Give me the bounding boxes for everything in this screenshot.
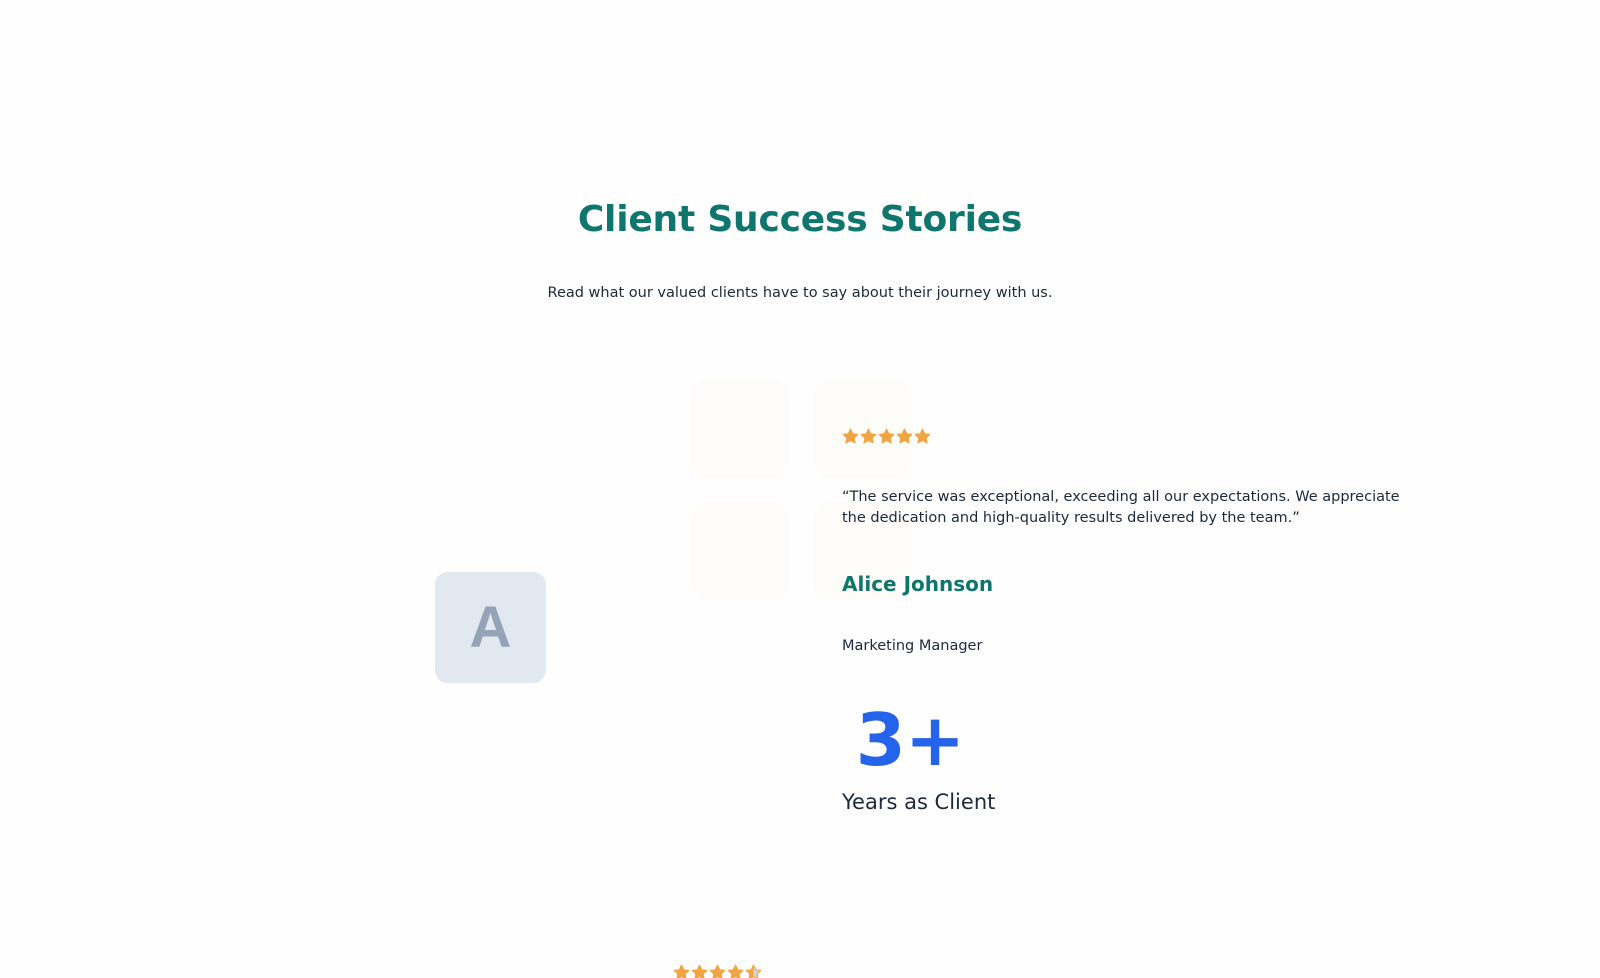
stat-value: 3+ [855, 698, 965, 782]
section-title: Client Success Stories [577, 199, 1023, 240]
star-icon [709, 964, 726, 978]
star-icon [860, 428, 877, 444]
client-role: Marketing Manager [842, 638, 983, 654]
star-icon [673, 964, 690, 978]
stat-label: Years as Client [842, 790, 996, 814]
star-icon [691, 964, 708, 978]
avatar: A [435, 572, 546, 683]
star-icon [914, 428, 931, 444]
testimonials-section: Client Success Stories Read what our val… [0, 0, 1600, 978]
decorative-tile [691, 380, 789, 478]
star-icon [896, 428, 913, 444]
star-rating [673, 964, 762, 978]
star-icon [842, 428, 859, 444]
star-rating [842, 428, 931, 445]
decorative-tile [691, 502, 789, 600]
star-icon [878, 428, 895, 444]
star-icon [745, 964, 762, 978]
star-icon [727, 964, 744, 978]
client-name: Alice Johnson [842, 572, 994, 596]
section-subtitle: Read what our valued clients have to say… [547, 285, 1053, 301]
testimonial-quote: “The service was exceptional, exceeding … [842, 489, 1400, 526]
